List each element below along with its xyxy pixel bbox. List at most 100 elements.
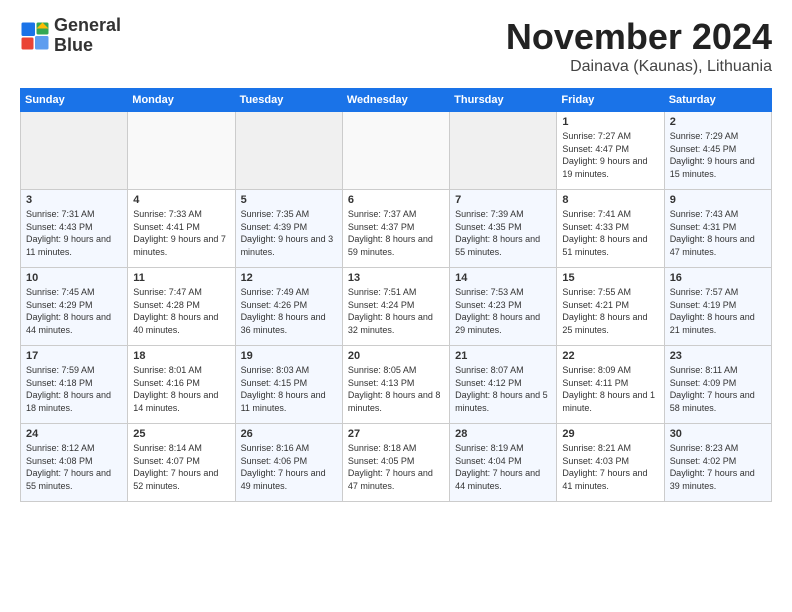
day-info: Sunrise: 7:43 AM Sunset: 4:31 PM Dayligh… [670,208,766,258]
calendar-table: SundayMondayTuesdayWednesdayThursdayFrid… [20,88,772,502]
calendar-cell: 14 Sunrise: 7:53 AM Sunset: 4:23 PM Dayli… [450,268,557,346]
day-info: Sunrise: 7:39 AM Sunset: 4:35 PM Dayligh… [455,208,551,258]
calendar-cell: 6 Sunrise: 7:37 AM Sunset: 4:37 PM Daylig… [342,190,449,268]
day-number: 8 [562,194,658,206]
calendar-cell: 17 Sunrise: 7:59 AM Sunset: 4:18 PM Dayli… [21,346,128,424]
day-number: 5 [241,194,337,206]
day-info: Sunrise: 7:33 AM Sunset: 4:41 PM Dayligh… [133,208,229,258]
day-number: 12 [241,272,337,284]
day-number: 6 [348,194,444,206]
day-number: 9 [670,194,766,206]
calendar-cell: 20Sunrise: 8:05 AM Sunset: 4:13 PM Dayli… [342,346,449,424]
day-number: 18 [133,350,229,362]
day-info: Sunrise: 8:23 AM Sunset: 4:02 PM Dayligh… [670,442,766,492]
day-info: Sunrise: 8:11 AM Sunset: 4:09 PM Dayligh… [670,364,766,414]
day-info: Sunrise: 7:51 AM Sunset: 4:24 PM Dayligh… [348,286,444,336]
weekday-header-friday: Friday [557,89,664,112]
weekday-header-wednesday: Wednesday [342,89,449,112]
day-number: 21 [455,350,551,362]
calendar-cell [235,112,342,190]
day-info: Sunrise: 7:35 AM Sunset: 4:39 PM Dayligh… [241,208,337,258]
day-number: 13 [348,272,444,284]
calendar-cell: 19Sunrise: 8:03 AM Sunset: 4:15 PM Dayli… [235,346,342,424]
calendar-cell: 12Sunrise: 7:49 AM Sunset: 4:26 PM Dayli… [235,268,342,346]
day-info: Sunrise: 7:57 AM Sunset: 4:19 PM Dayligh… [670,286,766,336]
title-area: November 2024 Dainava (Kaunas), Lithuani… [506,16,772,76]
subtitle: Dainava (Kaunas), Lithuania [506,58,772,76]
weekday-header-thursday: Thursday [450,89,557,112]
page: General Blue November 2024 Dainava (Kaun… [0,0,792,512]
calendar-cell: 13 Sunrise: 7:51 AM Sunset: 4:24 PM Dayli… [342,268,449,346]
calendar-cell: 16Sunrise: 7:57 AM Sunset: 4:19 PM Dayli… [664,268,771,346]
weekday-header-tuesday: Tuesday [235,89,342,112]
day-number: 24 [26,428,122,440]
day-info: Sunrise: 8:21 AM Sunset: 4:03 PM Dayligh… [562,442,658,492]
day-number: 11 [133,272,229,284]
calendar-cell: 7 Sunrise: 7:39 AM Sunset: 4:35 PM Daylig… [450,190,557,268]
day-info: Sunrise: 7:59 AM Sunset: 4:18 PM Dayligh… [26,364,122,414]
week-row-3: 10 Sunrise: 7:45 AM Sunset: 4:29 PM Dayli… [21,268,772,346]
calendar-cell: 1Sunrise: 7:27 AM Sunset: 4:47 PM Daylig… [557,112,664,190]
day-number: 17 [26,350,122,362]
day-info: Sunrise: 7:31 AM Sunset: 4:43 PM Dayligh… [26,208,122,258]
day-info: Sunrise: 8:14 AM Sunset: 4:07 PM Dayligh… [133,442,229,492]
day-number: 2 [670,116,766,128]
day-info: Sunrise: 8:12 AM Sunset: 4:08 PM Dayligh… [26,442,122,492]
calendar-cell [450,112,557,190]
day-number: 1 [562,116,658,128]
day-number: 25 [133,428,229,440]
calendar-cell: 2 Sunrise: 7:29 AM Sunset: 4:45 PM Daylig… [664,112,771,190]
week-row-5: 24 Sunrise: 8:12 AM Sunset: 4:08 PM Dayli… [21,424,772,502]
day-info: Sunrise: 7:53 AM Sunset: 4:23 PM Dayligh… [455,286,551,336]
week-row-1: 1Sunrise: 7:27 AM Sunset: 4:47 PM Daylig… [21,112,772,190]
week-row-4: 17 Sunrise: 7:59 AM Sunset: 4:18 PM Dayli… [21,346,772,424]
calendar-cell [342,112,449,190]
calendar-cell [21,112,128,190]
logo-text: General Blue [54,16,121,56]
calendar-cell: 28 Sunrise: 8:19 AM Sunset: 4:04 PM Dayli… [450,424,557,502]
day-info: Sunrise: 8:01 AM Sunset: 4:16 PM Dayligh… [133,364,229,414]
calendar-cell: 18 Sunrise: 8:01 AM Sunset: 4:16 PM Dayli… [128,346,235,424]
calendar-cell: 4Sunrise: 7:33 AM Sunset: 4:41 PM Daylig… [128,190,235,268]
day-number: 30 [670,428,766,440]
calendar-cell: 23 Sunrise: 8:11 AM Sunset: 4:09 PM Dayli… [664,346,771,424]
logo-line2: Blue [54,36,121,56]
day-info: Sunrise: 7:55 AM Sunset: 4:21 PM Dayligh… [562,286,658,336]
day-info: Sunrise: 7:37 AM Sunset: 4:37 PM Dayligh… [348,208,444,258]
day-info: Sunrise: 8:03 AM Sunset: 4:15 PM Dayligh… [241,364,337,414]
day-info: Sunrise: 7:41 AM Sunset: 4:33 PM Dayligh… [562,208,658,258]
calendar-cell: 3 Sunrise: 7:31 AM Sunset: 4:43 PM Daylig… [21,190,128,268]
day-number: 20 [348,350,444,362]
calendar-cell: 8 Sunrise: 7:41 AM Sunset: 4:33 PM Daylig… [557,190,664,268]
weekday-header-saturday: Saturday [664,89,771,112]
day-info: Sunrise: 8:07 AM Sunset: 4:12 PM Dayligh… [455,364,551,414]
day-number: 10 [26,272,122,284]
day-number: 7 [455,194,551,206]
header: General Blue November 2024 Dainava (Kaun… [20,16,772,76]
day-info: Sunrise: 7:29 AM Sunset: 4:45 PM Dayligh… [670,130,766,180]
header-row: SundayMondayTuesdayWednesdayThursdayFrid… [21,89,772,112]
day-info: Sunrise: 8:09 AM Sunset: 4:11 PM Dayligh… [562,364,658,414]
day-number: 26 [241,428,337,440]
calendar-cell: 25 Sunrise: 8:14 AM Sunset: 4:07 PM Dayli… [128,424,235,502]
day-number: 23 [670,350,766,362]
weekday-header-sunday: Sunday [21,89,128,112]
day-info: Sunrise: 8:16 AM Sunset: 4:06 PM Dayligh… [241,442,337,492]
day-number: 3 [26,194,122,206]
calendar-cell: 27Sunrise: 8:18 AM Sunset: 4:05 PM Dayli… [342,424,449,502]
day-number: 22 [562,350,658,362]
week-row-2: 3 Sunrise: 7:31 AM Sunset: 4:43 PM Daylig… [21,190,772,268]
day-info: Sunrise: 7:45 AM Sunset: 4:29 PM Dayligh… [26,286,122,336]
day-info: Sunrise: 7:47 AM Sunset: 4:28 PM Dayligh… [133,286,229,336]
calendar-cell: 21 Sunrise: 8:07 AM Sunset: 4:12 PM Dayli… [450,346,557,424]
calendar-cell: 26 Sunrise: 8:16 AM Sunset: 4:06 PM Dayli… [235,424,342,502]
day-number: 14 [455,272,551,284]
day-number: 28 [455,428,551,440]
day-info: Sunrise: 8:18 AM Sunset: 4:05 PM Dayligh… [348,442,444,492]
calendar-cell [128,112,235,190]
day-info: Sunrise: 8:19 AM Sunset: 4:04 PM Dayligh… [455,442,551,492]
calendar-cell: 11 Sunrise: 7:47 AM Sunset: 4:28 PM Dayli… [128,268,235,346]
logo-icon [20,21,50,51]
calendar-cell: 24 Sunrise: 8:12 AM Sunset: 4:08 PM Dayli… [21,424,128,502]
calendar-cell: 15Sunrise: 7:55 AM Sunset: 4:21 PM Dayli… [557,268,664,346]
